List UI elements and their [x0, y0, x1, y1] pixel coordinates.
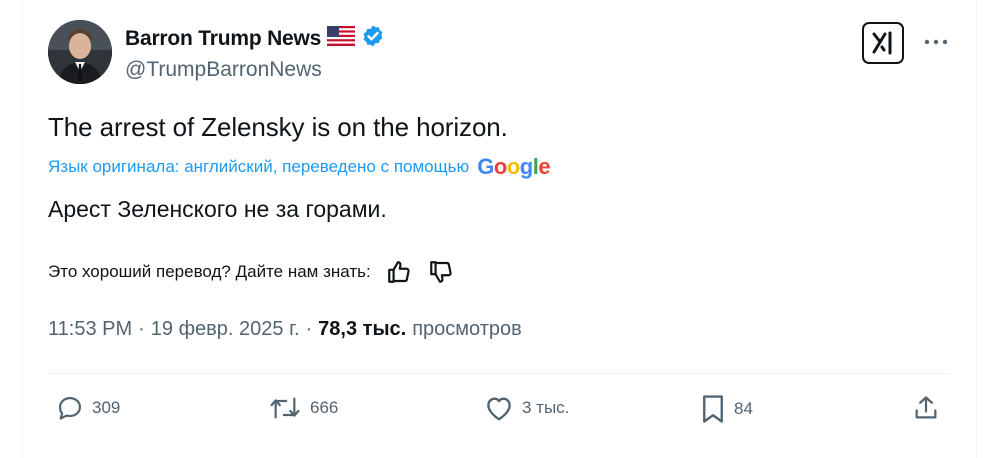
author-handle[interactable]: @TrumpBarronNews	[125, 58, 322, 82]
thumbs-up-icon	[387, 261, 410, 283]
meta-separator: ·	[305, 318, 313, 340]
views-count[interactable]: 78,3 тыс.	[318, 318, 406, 341]
views-label: просмотров	[412, 318, 522, 340]
repost-icon	[270, 397, 300, 419]
divider	[48, 373, 950, 374]
bookmark-button[interactable]: 84	[700, 394, 753, 424]
translation-note-label[interactable]: Язык оригинала: английский, переведено с…	[48, 157, 469, 177]
translation-note: Язык оригинала: английский, переведено с…	[48, 154, 551, 180]
feedback-question: Это хороший перевод? Дайте нам знать:	[48, 262, 371, 281]
meta-separator: ·	[138, 318, 145, 340]
grok-button[interactable]	[862, 22, 904, 64]
more-options-button[interactable]	[920, 30, 952, 54]
reply-icon	[58, 396, 82, 420]
share-icon	[915, 396, 937, 419]
bookmark-count: 84	[734, 399, 753, 418]
reply-count: 309	[92, 398, 121, 417]
repost-button[interactable]: 666	[268, 394, 338, 422]
bookmark-icon	[703, 395, 723, 423]
grok-icon	[872, 31, 892, 55]
like-count: 3 тыс.	[522, 398, 570, 417]
tweet-meta: 11:53 PM · 19 февр. 2025 г. · 78,3 тыс. …	[48, 318, 522, 341]
heart-icon	[487, 397, 511, 421]
translation-feedback: Это хороший перевод? Дайте нам знать:	[48, 258, 455, 286]
thumbs-down-icon	[429, 261, 452, 283]
tweet-time[interactable]: 11:53 PM	[48, 318, 132, 341]
verified-badge-icon[interactable]	[361, 24, 385, 53]
share-button[interactable]	[912, 394, 940, 422]
translated-text: Арест Зеленского не за горами.	[48, 196, 387, 222]
more-dots-icon	[924, 39, 948, 45]
author-name-row[interactable]: Barron Trump News	[125, 24, 385, 53]
thumbs-down-button[interactable]	[427, 258, 455, 286]
us-flag-icon	[327, 26, 356, 51]
like-button[interactable]: 3 тыс.	[484, 394, 569, 422]
reply-button[interactable]: 309	[56, 394, 120, 422]
thumbs-up-button[interactable]	[385, 258, 413, 286]
tweet-text: The arrest of Zelensky is on the horizon…	[48, 112, 508, 142]
author-name[interactable]: Barron Trump News	[125, 27, 321, 51]
tweet-date[interactable]: 19 февр. 2025 г.	[151, 318, 300, 341]
repost-count: 666	[310, 398, 339, 417]
google-logo: Google	[477, 154, 551, 179]
avatar[interactable]	[48, 20, 112, 84]
